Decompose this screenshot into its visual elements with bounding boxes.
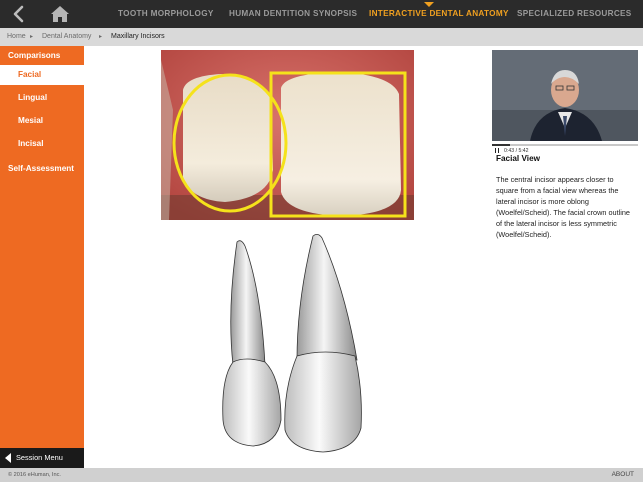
sidebar-item-lingual[interactable]: Lingual (0, 88, 84, 108)
breadcrumb-home[interactable]: Home (7, 28, 26, 46)
lateral-crown (222, 358, 282, 447)
sidebar-item-facial[interactable]: Facial (0, 65, 84, 85)
info-body: The central incisor appears closer to sq… (496, 175, 630, 239)
pause-icon[interactable] (495, 148, 499, 153)
sidebar-item-incisal[interactable]: Incisal (0, 134, 84, 154)
breadcrumb-current: Maxillary Incisors (111, 33, 165, 40)
sidebar-item-mesial[interactable]: Mesial (0, 111, 84, 131)
nav-interactive-dental-anatomy[interactable]: INTERACTIVE DENTAL ANATOMY (369, 0, 509, 28)
video-player[interactable] (492, 50, 638, 141)
video-controls: 0:43 / 5:42 (492, 141, 638, 154)
session-menu-button[interactable]: Session Menu (0, 448, 84, 468)
breadcrumb-separator-icon: ▸ (30, 34, 34, 40)
clinical-tooth-photo (161, 50, 414, 220)
incisor-illustration (222, 234, 362, 453)
video-progress-track[interactable] (492, 144, 638, 146)
about-link[interactable]: ABOUT (612, 468, 634, 482)
home-icon[interactable] (50, 5, 70, 23)
nav-tooth-morphology[interactable]: TOOTH MORPHOLOGY (118, 0, 214, 28)
sidebar: Comparisons Facial Lingual Mesial Incisa… (0, 46, 84, 468)
video-time: 0:43 / 5:42 (504, 148, 529, 154)
lateral-incisor-crown (183, 74, 273, 202)
footer: © 2016 eHuman, Inc. ABOUT (0, 468, 643, 482)
breadcrumb-separator-icon: ▸ (99, 34, 103, 40)
info-title: Facial View (496, 154, 540, 163)
video-duration: 5:42 (518, 147, 529, 154)
session-menu-label: Session Menu (16, 453, 63, 462)
copyright-text: © 2016 eHuman, Inc. (8, 472, 61, 478)
nav-human-dentition-synopsis[interactable]: HUMAN DENTITION SYNOPSIS (229, 0, 357, 28)
central-root (296, 234, 358, 361)
video-progress-fill (492, 144, 511, 146)
breadcrumb: Home ▸ Dental Anatomy ▸ Maxillary Inciso… (0, 28, 643, 46)
sidebar-header-comparisons[interactable]: Comparisons (0, 46, 84, 66)
central-incisor-crown (281, 72, 401, 216)
nav-specialized-resources[interactable]: SPECIALIZED RESOURCES (517, 0, 632, 28)
lateral-root (230, 240, 266, 366)
top-nav-bar: TOOTH MORPHOLOGY HUMAN DENTITION SYNOPSI… (0, 0, 643, 28)
breadcrumb-dental-anatomy[interactable]: Dental Anatomy (42, 28, 91, 46)
video-current-time: 0:43 (504, 147, 515, 154)
sidebar-item-self-assessment[interactable]: Self-Assessment (0, 159, 84, 179)
back-chevron-icon[interactable] (9, 4, 29, 24)
central-crown (284, 351, 362, 453)
triangle-left-icon (5, 453, 11, 463)
video-time-separator: / (515, 147, 518, 154)
